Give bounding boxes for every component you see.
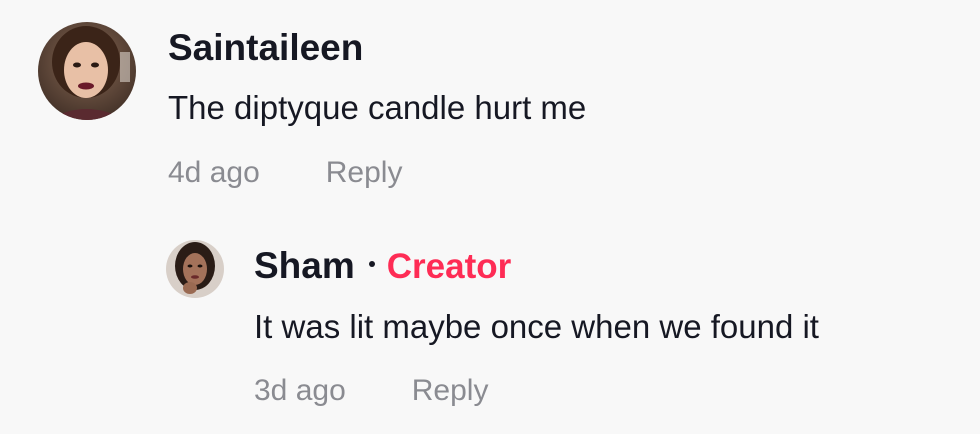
reply-meta: 3d ago Reply	[254, 371, 974, 411]
reply-button[interactable]: Reply	[326, 156, 403, 189]
timestamp: 3d ago	[254, 374, 346, 407]
creator-badge: Creator	[386, 247, 512, 286]
avatar[interactable]	[38, 22, 136, 120]
reply-text: It was lit maybe once when we found it	[254, 308, 819, 345]
comment-meta: 4d ago Reply	[168, 153, 968, 193]
reply-header: Sham Creator	[254, 240, 974, 293]
timestamp: 4d ago	[168, 156, 260, 189]
reply-body: Sham Creator It was lit maybe once when w…	[254, 240, 974, 411]
username[interactable]: Saintaileen	[168, 22, 968, 74]
separator-dot	[368, 261, 375, 268]
comment-body: Saintaileen The diptyque candle hurt me …	[168, 22, 968, 193]
username[interactable]: Sham	[254, 245, 355, 286]
profile-photo-icon	[38, 22, 136, 120]
profile-photo-icon	[166, 240, 224, 298]
reply-button[interactable]: Reply	[412, 374, 489, 407]
avatar[interactable]	[166, 240, 224, 298]
comment-text: The diptyque candle hurt me	[168, 89, 587, 126]
